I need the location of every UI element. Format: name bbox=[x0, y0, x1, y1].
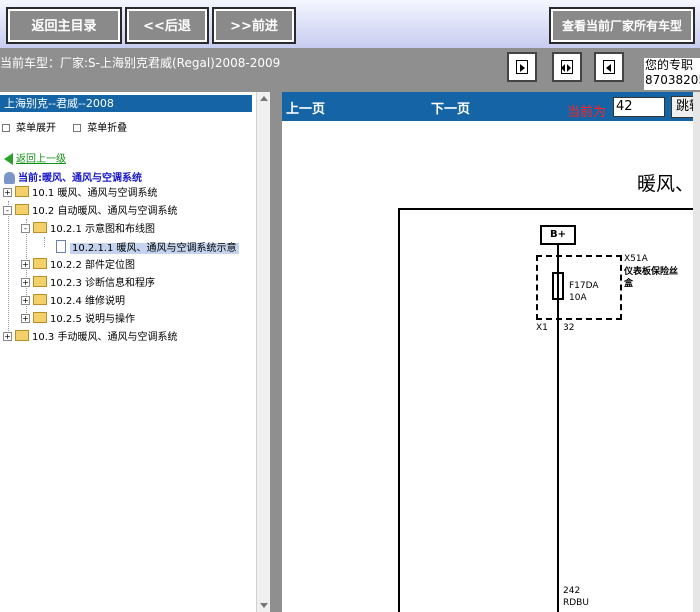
vehicle-info-bar: 当前车型：厂家:S-上海别克君威(Regal)2008-2009 您的专职 87… bbox=[0, 48, 700, 92]
page-number-input[interactable]: 42 bbox=[613, 97, 665, 117]
forward-button[interactable]: >>前进 bbox=[212, 7, 296, 44]
collapse-toggle-icon[interactable]: - bbox=[21, 224, 30, 233]
folder-open-icon bbox=[33, 222, 47, 233]
promo-text: 您的专职 870382058 bbox=[644, 58, 700, 90]
go-up-link[interactable]: 返回上一级 bbox=[4, 150, 66, 165]
tree-node-10-2-2[interactable]: +10.2.2 部件定位图 bbox=[21, 258, 135, 274]
tree-tools: 菜单展开 菜单折叠 bbox=[2, 119, 141, 134]
tree-node-10-2-1-1[interactable]: 10.2.1.1 暖风、通风与空调系统示意 bbox=[56, 240, 239, 256]
prev-page-link[interactable]: 上一页 bbox=[286, 98, 325, 117]
split-view-button[interactable] bbox=[552, 52, 582, 82]
expand-box-icon bbox=[2, 124, 10, 132]
next-page-link[interactable]: 下一页 bbox=[431, 98, 470, 117]
page-nav-bar: 上一页 下一页 当前为 42 跳转 bbox=[282, 92, 700, 121]
fuse-connector-id: X51A bbox=[624, 254, 648, 264]
tree-scrollbar[interactable] bbox=[256, 92, 270, 612]
diagram-scrollbar[interactable] bbox=[693, 92, 700, 612]
folder-icon bbox=[33, 294, 47, 305]
current-page-label: 当前为 bbox=[567, 105, 607, 120]
expand-toggle-icon[interactable]: + bbox=[21, 314, 30, 323]
tree-node-10-2-3[interactable]: +10.2.3 诊断信息和程序 bbox=[21, 276, 155, 292]
folder-icon bbox=[33, 312, 47, 323]
tree-node-10-2[interactable]: -10.2 自动暖风、通风与空调系统 bbox=[3, 204, 177, 220]
fuse-amperage: 10A bbox=[569, 293, 587, 303]
tree-node-10-1[interactable]: +10.1 暖风、通风与空调系统 bbox=[3, 186, 157, 202]
folder-icon bbox=[33, 276, 47, 287]
expand-left-view-button[interactable] bbox=[594, 52, 624, 82]
scroll-down-icon[interactable] bbox=[260, 603, 268, 608]
collapse-box-icon bbox=[73, 124, 82, 132]
user-icon bbox=[4, 172, 15, 184]
expand-toggle-icon[interactable]: + bbox=[3, 188, 12, 197]
expand-toggle-icon[interactable]: + bbox=[21, 278, 30, 287]
expand-toggle-icon[interactable]: + bbox=[3, 332, 12, 341]
back-arrow-icon bbox=[4, 153, 13, 165]
battery-wire bbox=[557, 245, 559, 255]
tree-node-10-2-1[interactable]: -10.2.1 示意图和布线图 bbox=[21, 222, 155, 238]
fuse-box-name-2: 盒 bbox=[624, 279, 634, 289]
expand-toggle-icon[interactable]: + bbox=[21, 296, 30, 305]
current-vehicle-label: 当前车型：厂家:S-上海别克君威(Regal)2008-2009 bbox=[0, 56, 281, 70]
folder-open-icon bbox=[15, 204, 29, 215]
all-models-button[interactable]: 查看当前厂家所有车型 bbox=[549, 7, 695, 44]
folder-icon bbox=[15, 330, 29, 341]
diagram-title: 暖风、 bbox=[637, 173, 695, 195]
pin-label: 32 bbox=[563, 323, 575, 333]
tree-panel: 上海别克--君威--2008 菜单展开 菜单折叠 返回上一级 当前:暖风、通风与… bbox=[0, 92, 256, 612]
connector-label: X1 bbox=[536, 323, 548, 333]
folder-icon bbox=[15, 186, 29, 197]
expand-toggle-icon[interactable]: + bbox=[21, 260, 30, 269]
tree-header: 上海别克--君威--2008 bbox=[0, 95, 252, 112]
folder-icon bbox=[33, 258, 47, 269]
collapse-toggle-icon[interactable]: - bbox=[3, 206, 12, 215]
expand-right-view-button[interactable] bbox=[507, 52, 537, 82]
main-wire bbox=[557, 255, 559, 612]
home-button[interactable]: 返回主目录 bbox=[6, 7, 122, 44]
tree-node-10-3[interactable]: +10.3 手动暖风、通风与空调系统 bbox=[3, 330, 177, 346]
document-icon bbox=[56, 240, 66, 253]
arrow-right-icon bbox=[516, 60, 528, 74]
tree-node-10-2-4[interactable]: +10.2.4 维修说明 bbox=[21, 294, 125, 310]
scroll-up-icon[interactable] bbox=[260, 96, 268, 101]
split-arrows-icon bbox=[561, 60, 573, 74]
circuit-number: 242 bbox=[563, 586, 581, 596]
tree-node-10-2-5[interactable]: +10.2.5 说明与操作 bbox=[21, 312, 135, 328]
fuse-symbol-icon bbox=[552, 272, 564, 300]
back-button[interactable]: <<后退 bbox=[125, 7, 209, 44]
fuse-name: F17DA bbox=[569, 281, 599, 291]
expand-menu-button[interactable]: 菜单展开 bbox=[2, 123, 56, 134]
app-window: 返回主目录 <<后退 >>前进 查看当前厂家所有车型 当前车型：厂家:S-上海别… bbox=[0, 0, 700, 612]
panel-divider[interactable] bbox=[270, 92, 282, 612]
current-section: 当前:暖风、通风与空调系统 bbox=[4, 169, 142, 184]
top-toolbar: 返回主目录 <<后退 >>前进 查看当前厂家所有车型 bbox=[0, 0, 700, 48]
fuse-box-name: 仪表板保险丝 bbox=[624, 267, 679, 277]
arrow-left-icon bbox=[603, 60, 615, 74]
diagram-viewer: 暖风、 B+ X51A 仪表板保险丝 盒 F17DA 10A X1 32 242… bbox=[282, 121, 700, 612]
wire-color: RDBU bbox=[563, 598, 589, 608]
battery-terminal: B+ bbox=[540, 225, 576, 245]
collapse-menu-button[interactable]: 菜单折叠 bbox=[73, 123, 127, 134]
